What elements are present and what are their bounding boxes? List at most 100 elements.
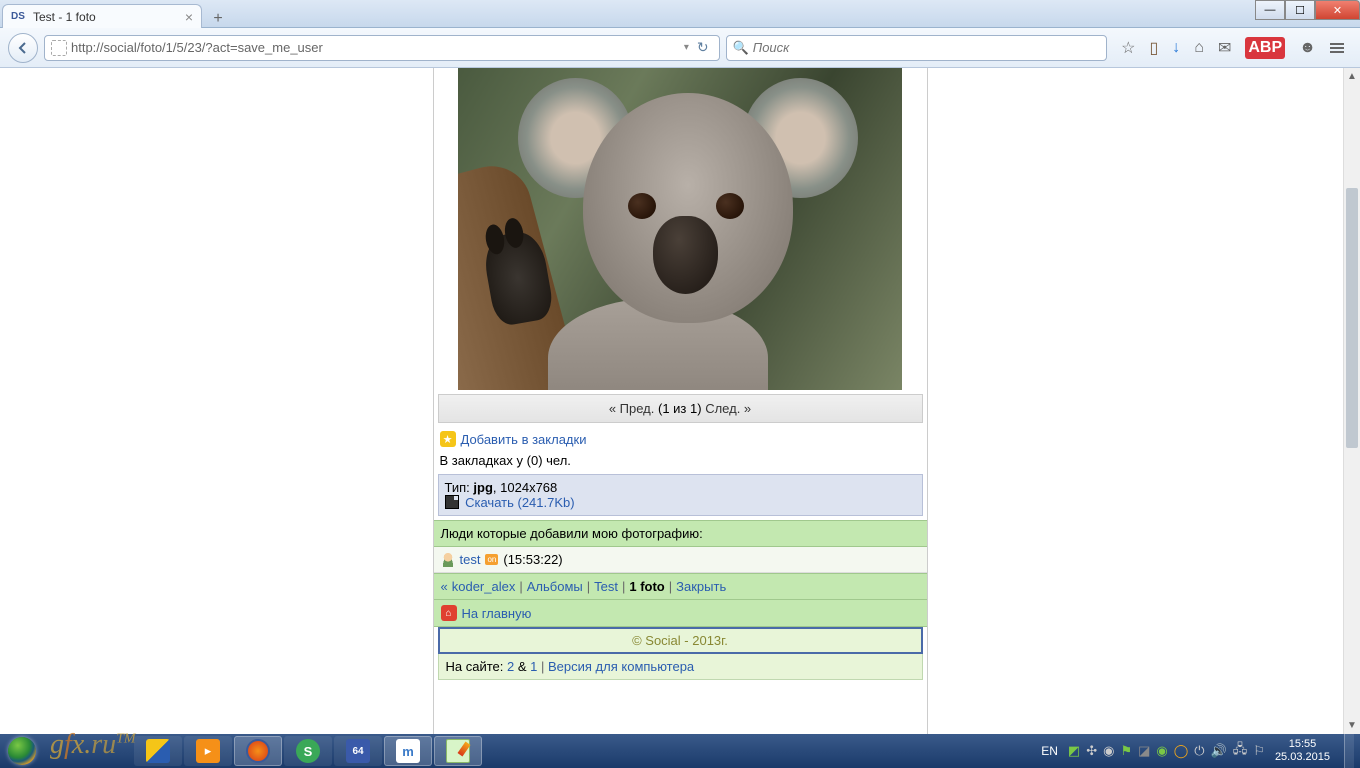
bookmark-star-icon[interactable]: ☆ [1121,38,1135,58]
send-icon[interactable]: ✉ [1218,38,1231,58]
tray-icon-7[interactable]: ◯ [1174,743,1189,759]
address-bar[interactable]: http://social/foto/1/5/23/?act=save_me_u… [44,35,720,61]
tab-favicon: DS [11,9,27,25]
browser-tab-active[interactable]: DS Test - 1 foto × [2,4,202,28]
search-input[interactable] [753,40,1100,55]
scroll-thumb[interactable] [1346,188,1358,448]
adblock-icon[interactable]: ABP [1245,37,1285,59]
taskbar-notepadpp-app[interactable] [434,736,482,766]
tray-icon-2[interactable]: ✣ [1086,743,1097,759]
file-type-row: Тип: jpg, 1024x768 [445,480,916,495]
tray-volume-icon[interactable]: 🔊 [1211,743,1227,759]
bookmark-add-row: ★ Добавить в закладки [434,427,927,451]
photo-image[interactable] [458,68,902,390]
sep: | [541,659,548,674]
search-icon: 🔍 [733,40,749,56]
downloads-icon[interactable]: ↓ [1172,39,1180,57]
site-identity-icon [51,40,67,56]
chat-icon[interactable]: ☻ [1299,39,1316,57]
pager: « Пред. (1 из 1) След. » [438,394,923,423]
breadcrumb-user-link[interactable]: koder_alex [452,579,516,594]
tray-power-icon[interactable]: ⏻ [1194,743,1204,759]
tray-action-icon[interactable]: ⚐ [1253,743,1265,759]
bookmark-count-text: В закладках у (0) чел. [434,451,927,474]
breadcrumb-current: 1 foto [629,579,664,594]
taskbar-media-app[interactable]: ▸ [184,736,232,766]
tray-icon-3[interactable]: ◉ [1103,743,1114,759]
pager-prev-link[interactable]: « Пред. [609,401,655,416]
nav-back-button[interactable] [8,33,38,63]
show-desktop-button[interactable] [1344,734,1354,768]
notepadpp-icon [446,739,470,763]
taskbar-maxthon-app[interactable]: m [384,736,432,766]
stats-amp: & [518,659,527,674]
breadcrumb-albums-link[interactable]: Альбомы [527,579,583,594]
reload-button[interactable]: ↻ [693,39,713,56]
home-row: ⌂ На главную [434,600,927,627]
clipboard-icon[interactable]: ▯ [1149,38,1158,58]
tray-flag-icon[interactable]: ⚑ [1120,743,1132,759]
tab-close-icon[interactable]: × [185,9,193,25]
page-content: « Пред. (1 из 1) След. » ★ Добавить в за… [433,68,928,734]
sep: | [519,579,522,594]
breadcrumb-close-link[interactable]: Закрыть [676,579,726,594]
hamburger-menu-icon[interactable] [1330,43,1344,53]
arrow-left-icon [16,41,30,55]
tray-nvidia-icon[interactable]: ◉ [1156,743,1167,759]
language-indicator[interactable]: EN [1041,744,1058,758]
tray-icon-5[interactable]: ◪ [1138,743,1150,759]
shield-icon [146,739,170,763]
url-text: http://social/foto/1/5/23/?act=save_me_u… [71,40,680,55]
stats-guests-link[interactable]: 1 [530,659,537,674]
firefox-icon [246,739,270,763]
taskbar: gfx.ruTM ▸ S 64 m EN ◩ ✣ ◉ ⚑ ◪ ◉ ◯ ⏻ 🔊 🖧… [0,734,1360,768]
pager-next-link[interactable]: След. » [705,401,751,416]
download-link[interactable]: Скачать (241.7Kb) [465,495,574,510]
tray-network-icon[interactable]: 🖧 [1233,740,1248,762]
taskbar-shield-app[interactable] [134,736,182,766]
scroll-down-icon[interactable]: ▼ [1344,717,1360,734]
search-bar[interactable]: 🔍 [726,35,1108,61]
sep: | [622,579,625,594]
clock-time: 15:55 [1275,738,1330,751]
start-button[interactable] [0,734,44,768]
stats-row: На сайте: 2 & 1 | Версия для компьютера [438,654,923,680]
add-bookmark-link[interactable]: Добавить в закладки [461,432,587,447]
window-close-button[interactable]: ✕ [1315,0,1360,20]
new-tab-button[interactable]: + [206,10,230,28]
stats-prefix: На сайте: [446,659,504,674]
user-link[interactable]: test [460,552,481,567]
copyright-wrap: © Social - 2013г. [438,627,923,654]
vertical-scrollbar[interactable]: ▲ ▼ [1343,68,1360,734]
desktop-version-link[interactable]: Версия для компьютера [548,659,694,674]
tab-title: Test - 1 foto [33,10,179,24]
url-dropdown-icon[interactable]: ▾ [684,42,689,53]
system-tray: EN ◩ ✣ ◉ ⚑ ◪ ◉ ◯ ⏻ 🔊 🖧 ⚐ 15:55 25.03.201… [1041,734,1360,768]
windows-logo-icon [8,737,36,765]
breadcrumb-back-icon[interactable]: « [441,579,448,594]
pager-counter: (1 из 1) [658,401,702,416]
home-link[interactable]: На главную [462,606,532,621]
scroll-up-icon[interactable]: ▲ [1344,68,1360,85]
file-type-value: jpg [473,480,493,495]
clock-date: 25.03.2015 [1275,751,1330,764]
window-maximize-button[interactable]: ☐ [1285,0,1315,20]
window-titlebar: DS Test - 1 foto × + — ☐ ✕ [0,0,1360,28]
play-icon: ▸ [196,739,220,763]
home-icon[interactable]: ⌂ [1194,39,1204,57]
window-minimize-button[interactable]: — [1255,0,1285,20]
sep: | [587,579,590,594]
tray-icons: ◩ ✣ ◉ ⚑ ◪ ◉ ◯ ⏻ 🔊 🖧 ⚐ [1068,740,1265,762]
stats-online-link[interactable]: 2 [507,659,514,674]
file-dimensions: , 1024x768 [493,480,557,495]
taskbar-64-app[interactable]: 64 [334,736,382,766]
tray-icon-1[interactable]: ◩ [1068,743,1080,759]
star-icon: ★ [440,431,456,447]
taskbar-s-app[interactable]: S [284,736,332,766]
breadcrumb-album-link[interactable]: Test [594,579,618,594]
taskbar-clock[interactable]: 15:55 25.03.2015 [1275,738,1330,764]
toolbar-icons: ☆ ▯ ↓ ⌂ ✉ ABP ☻ [1113,37,1352,59]
whoadded-user-row: test on (15:53:22) [434,547,927,573]
watermark-text: gfx.ruTM [50,729,136,761]
taskbar-firefox-app[interactable] [234,736,282,766]
